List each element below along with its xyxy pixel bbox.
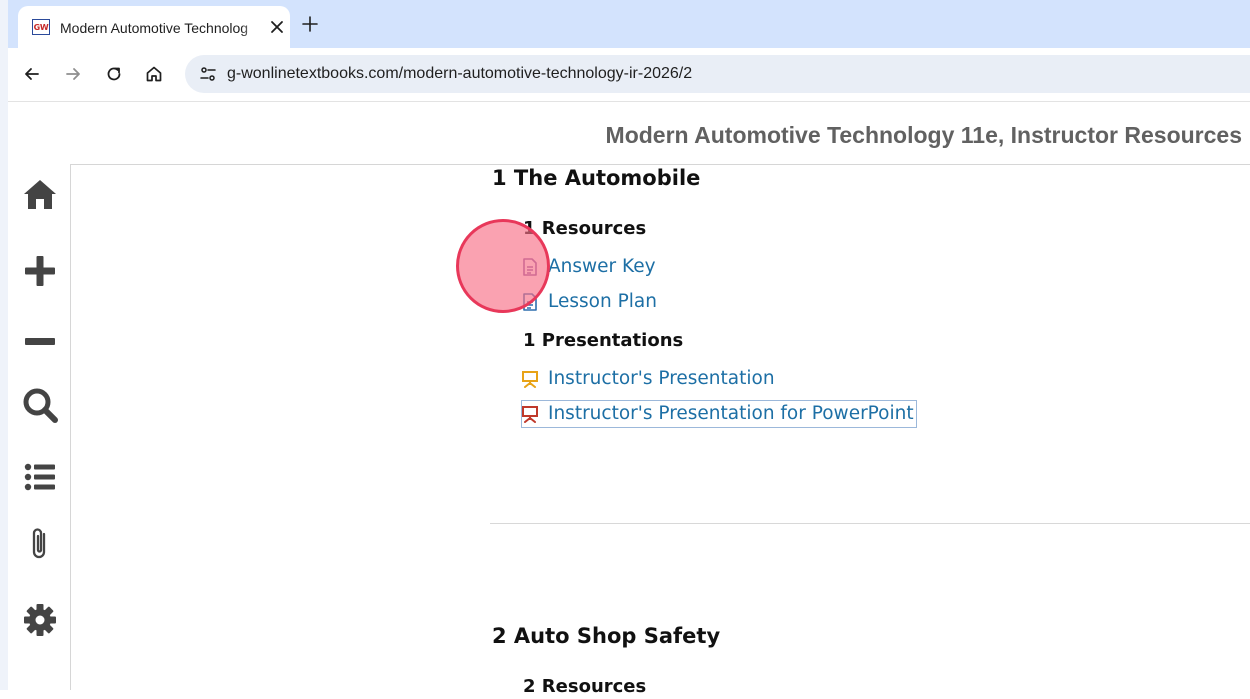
zoom-out-button[interactable]	[22, 324, 58, 360]
tab-strip: GW Modern Automotive Technolog	[8, 0, 1250, 48]
chapter-title: 2 Auto Shop Safety	[492, 624, 721, 648]
tab-title: Modern Automotive Technolog	[60, 20, 249, 36]
zoom-out-icon	[25, 338, 55, 345]
section-heading-resources: 2 Resources	[523, 676, 647, 697]
site-favicon-icon: GW	[32, 19, 50, 35]
forward-arrow-icon[interactable]	[63, 64, 83, 84]
reader-sidebar	[8, 165, 70, 690]
instructors-presentation-powerpoint-link[interactable]: Instructor's Presentation for PowerPoint	[521, 400, 917, 428]
new-tab-plus-icon[interactable]	[301, 15, 319, 33]
address-bar[interactable]: g-wonlinetextbooks.com/modern-automotive…	[185, 55, 1250, 93]
paperclip-icon	[32, 528, 46, 559]
home-button[interactable]	[22, 176, 58, 212]
attachments-button[interactable]	[22, 526, 58, 562]
gear-icon	[24, 604, 56, 636]
link-label: Answer Key	[548, 256, 656, 277]
page-title: Modern Automotive Technology 11e, Instru…	[605, 122, 1242, 148]
tune-icon[interactable]	[199, 65, 217, 83]
home-icon[interactable]	[144, 64, 164, 84]
browser-tab[interactable]: GW Modern Automotive Technolog	[18, 6, 290, 48]
back-arrow-icon[interactable]	[22, 64, 42, 84]
reload-icon[interactable]	[104, 64, 124, 84]
zoom-in-icon	[25, 256, 55, 286]
home-icon	[24, 180, 56, 209]
close-icon[interactable]	[268, 18, 286, 36]
search-icon	[23, 388, 58, 423]
section-heading-resources: 1 Resources	[523, 218, 647, 239]
link-label: Lesson Plan	[548, 291, 657, 312]
table-of-contents-button[interactable]	[22, 459, 58, 495]
chapter-divider	[490, 523, 1250, 524]
search-button[interactable]	[22, 387, 58, 423]
click-indicator	[456, 219, 550, 313]
link-label: Instructor's Presentation	[548, 368, 775, 389]
instructors-presentation-link[interactable]: Instructor's Presentation	[522, 366, 777, 392]
presentation-icon	[522, 406, 538, 423]
zoom-in-button[interactable]	[22, 253, 58, 289]
chapter-title: 1 The Automobile	[492, 166, 701, 190]
url-text[interactable]: g-wonlinetextbooks.com/modern-automotive…	[227, 64, 692, 84]
lesson-plan-link[interactable]: Lesson Plan	[522, 289, 659, 315]
settings-button[interactable]	[22, 602, 58, 638]
link-label: Instructor's Presentation for PowerPoint	[548, 403, 914, 424]
browser-toolbar: g-wonlinetextbooks.com/modern-automotive…	[8, 48, 1250, 102]
content-frame	[70, 164, 1250, 690]
section-heading-presentations: 1 Presentations	[523, 330, 684, 351]
window-frame	[0, 0, 8, 690]
list-icon	[24, 463, 55, 491]
presentation-icon	[522, 371, 538, 388]
